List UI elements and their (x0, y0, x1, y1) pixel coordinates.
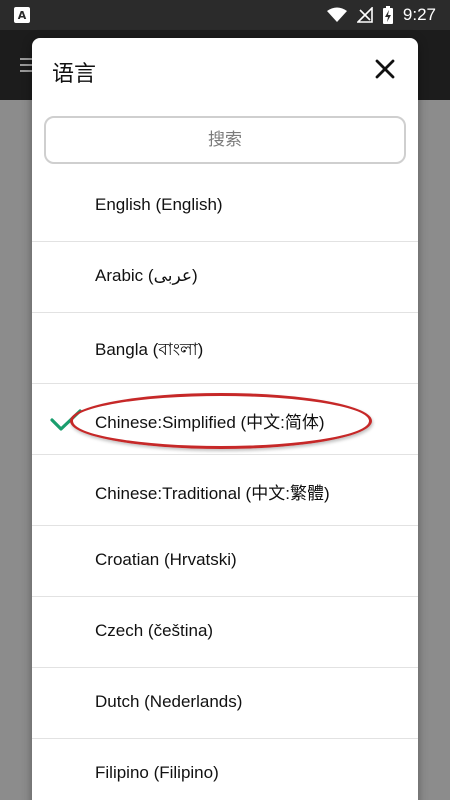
status-time: 9:27 (402, 5, 436, 24)
language-item[interactable]: English (English) (32, 171, 418, 242)
language-label: Chinese:Simplified (中文:简体) (95, 413, 325, 432)
search-box[interactable] (44, 116, 406, 164)
language-label: Czech (čeština) (95, 621, 214, 640)
language-label: Chinese:Traditional (中文:繁體) (95, 484, 330, 503)
wifi-icon (326, 7, 347, 22)
language-label: Filipino (Filipino) (95, 763, 219, 782)
language-item[interactable]: Dutch (Nederlands) (32, 668, 418, 739)
status-icons: 9:27 (326, 0, 436, 30)
close-icon (375, 59, 395, 79)
checkmark-icon (50, 409, 82, 431)
no-signal-icon (356, 7, 373, 23)
language-list: English (English) Arabic (عربى) Bangla (বা… (32, 171, 418, 800)
language-label: Arabic (عربى) (95, 266, 198, 285)
dialog-title: 语言 (52, 62, 97, 87)
language-item[interactable]: Chinese:Simplified (中文:简体) (32, 384, 418, 455)
search-input[interactable] (46, 118, 404, 162)
close-button[interactable] (372, 56, 398, 82)
language-label: Dutch (Nederlands) (95, 692, 243, 711)
language-label: Bangla (বাংলা) (95, 340, 204, 359)
language-label: English (English) (95, 195, 223, 214)
app-notification-icon: A (14, 7, 30, 23)
language-item[interactable]: Croatian (Hrvatski) (32, 526, 418, 597)
language-item[interactable]: Arabic (عربى) (32, 242, 418, 313)
language-item[interactable]: Czech (čeština) (32, 597, 418, 668)
status-bar: A 9:27 (0, 0, 450, 30)
language-dialog: 语言 English (English) Arabic (عربى) Bangla … (32, 38, 418, 800)
language-item[interactable]: Bangla (বাংলা) (32, 313, 418, 384)
language-item[interactable]: Chinese:Traditional (中文:繁體) (32, 455, 418, 526)
language-item[interactable]: Filipino (Filipino) (32, 739, 418, 800)
battery-charging-icon (382, 6, 393, 24)
language-label: Croatian (Hrvatski) (95, 550, 237, 569)
